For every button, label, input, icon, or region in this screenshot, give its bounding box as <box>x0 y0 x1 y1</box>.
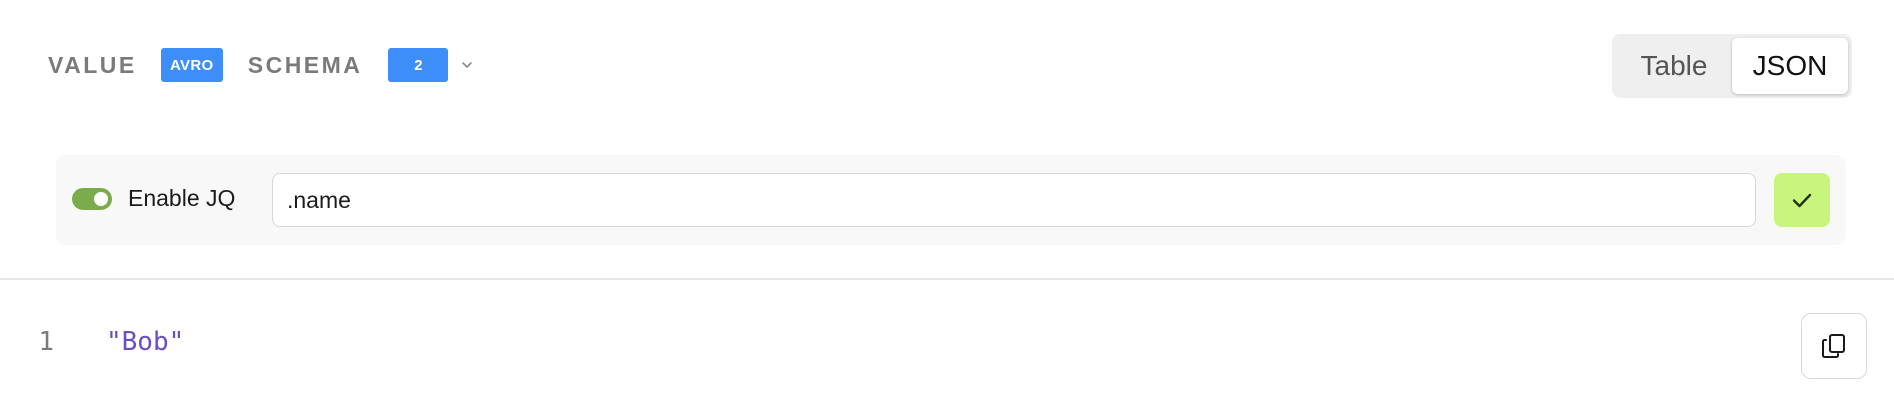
schema-version-badge[interactable]: 2 <box>388 48 449 82</box>
jq-filter-panel: Enable JQ <box>56 155 1846 245</box>
tab-json[interactable]: JSON <box>1732 38 1848 94</box>
schema-label: SCHEMA <box>247 51 363 78</box>
apply-jq-button[interactable] <box>1774 173 1830 227</box>
jq-query-input[interactable] <box>272 173 1756 227</box>
enable-jq-label: Enable JQ <box>128 185 236 211</box>
code-line: 1 "Bob" <box>0 322 600 362</box>
view-mode-toggle: Table JSON <box>1612 34 1852 98</box>
message-value-header: VALUE AVRO SCHEMA 2 <box>48 48 476 82</box>
enable-jq-switch[interactable] <box>72 188 112 210</box>
tab-table[interactable]: Table <box>1616 38 1732 94</box>
switch-knob <box>94 192 108 206</box>
value-label: VALUE <box>48 51 137 78</box>
check-icon <box>1792 193 1812 208</box>
json-string-value: "Bob" <box>106 327 185 357</box>
copy-button[interactable] <box>1801 313 1867 379</box>
copy-icon <box>1822 334 1845 358</box>
section-divider <box>0 278 1894 280</box>
line-number: 1 <box>38 327 54 357</box>
value-format-badge: AVRO <box>160 48 223 82</box>
chevron-down-icon[interactable] <box>458 56 476 74</box>
